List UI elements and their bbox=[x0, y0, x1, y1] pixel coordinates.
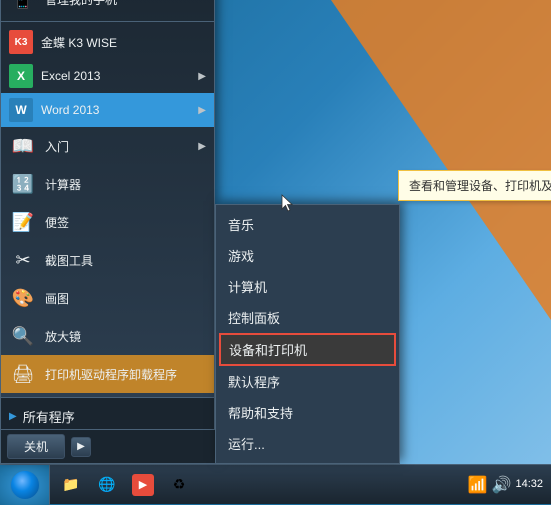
start-menu: 🖥 远程桌面连接 ▶ 📱 管理我的手机 K3 金蝶 K3 WISE X Exce… bbox=[0, 0, 215, 464]
snip-icon: ✂ bbox=[9, 246, 37, 274]
menu-item-printer[interactable]: 🖨 打印机驱动程序卸载程序 bbox=[1, 355, 214, 393]
shutdown-button[interactable]: 关机 bbox=[7, 434, 65, 459]
menu-item-magnifier[interactable]: 🔍 放大镜 bbox=[1, 317, 214, 355]
menu-item-label: 入门 bbox=[45, 138, 198, 155]
submenu-item-label: 游戏 bbox=[228, 246, 254, 265]
menu-item-k3wise[interactable]: K3 金蝶 K3 WISE bbox=[1, 25, 214, 59]
submenu-item-control[interactable]: 控制面板 bbox=[216, 302, 399, 333]
menu-item-word[interactable]: W Word 2013 ▶ bbox=[1, 93, 214, 127]
menu-item-label: Excel 2013 bbox=[41, 69, 198, 83]
menu-item-excel[interactable]: X Excel 2013 ▶ bbox=[1, 59, 214, 93]
start-button[interactable] bbox=[0, 465, 50, 505]
clock-time: 14:32 bbox=[515, 477, 543, 491]
taskbar-items: 📁 🌐 ▶ ♻ bbox=[50, 465, 460, 504]
submenu-item-label: 计算机 bbox=[228, 277, 267, 296]
menu-item-label: 管理我的手机 bbox=[45, 0, 206, 8]
word-icon: W bbox=[9, 98, 33, 122]
arrow-icon: ▶ bbox=[198, 105, 206, 116]
phone-icon: 📱 bbox=[9, 0, 37, 13]
submenu-item-music[interactable]: 音乐 bbox=[216, 209, 399, 240]
submenu-item-label: 设备和打印机 bbox=[229, 340, 307, 359]
submenu-item-games[interactable]: 游戏 bbox=[216, 240, 399, 271]
submenu-item-label: 默认程序 bbox=[228, 372, 280, 391]
all-programs-button[interactable]: ▶ 所有程序 bbox=[1, 402, 214, 431]
taskbar-item-folder[interactable]: 📁 bbox=[54, 469, 88, 501]
arrow-icon: ▶ bbox=[198, 71, 206, 82]
submenu-item-label: 控制面板 bbox=[228, 308, 280, 327]
menu-item-label: 便签 bbox=[45, 214, 206, 231]
triangle-icon: ▶ bbox=[9, 411, 17, 422]
start-menu-pinned: 🖥 远程桌面连接 ▶ 📱 管理我的手机 K3 金蝶 K3 WISE X Exce… bbox=[1, 0, 214, 397]
tooltip: 查看和管理设备、打印机及打印作业 bbox=[398, 170, 551, 201]
menu-divider bbox=[1, 21, 214, 22]
network-icon: 📶 bbox=[468, 475, 488, 495]
volume-icon: 🔊 bbox=[492, 475, 512, 495]
browser-icon: 🌐 bbox=[96, 474, 118, 496]
submenu-item-computer[interactable]: 计算机 bbox=[216, 271, 399, 302]
shutdown-arrow-button[interactable]: ▶ bbox=[71, 437, 91, 457]
menu-item-label: 金蝶 K3 WISE bbox=[41, 34, 206, 51]
submenu-item-label: 音乐 bbox=[228, 215, 254, 234]
submenu-item-devices[interactable]: 设备和打印机 bbox=[219, 333, 396, 366]
windows-orb bbox=[10, 470, 40, 500]
arrow-icon: ▶ bbox=[198, 141, 206, 152]
menu-item-label: 截图工具 bbox=[45, 252, 206, 269]
folder-icon: 📁 bbox=[60, 474, 82, 496]
taskbar-item-browser[interactable]: 🌐 bbox=[90, 469, 124, 501]
printer-icon: 🖨 bbox=[9, 360, 37, 388]
menu-item-label: 打印机驱动程序卸载程序 bbox=[45, 366, 206, 383]
menu-item-label: 放大镜 bbox=[45, 328, 206, 345]
submenu-item-label: 运行... bbox=[228, 434, 265, 453]
k3wise-icon: K3 bbox=[9, 30, 33, 54]
menu-item-paint[interactable]: 🎨 画图 bbox=[1, 279, 214, 317]
submenu-item-run[interactable]: 运行... bbox=[216, 428, 399, 459]
menu-item-intro[interactable]: 📖 入门 ▶ bbox=[1, 127, 214, 165]
excel-icon: X bbox=[9, 64, 33, 88]
all-programs-label: 所有程序 bbox=[23, 407, 75, 426]
media-icon: ▶ bbox=[132, 474, 154, 496]
taskbar: 📁 🌐 ▶ ♻ 📶 🔊 14:32 bbox=[0, 464, 551, 504]
submenu-item-label: 帮助和支持 bbox=[228, 403, 293, 422]
submenu-item-defaults[interactable]: 默认程序 bbox=[216, 366, 399, 397]
submenu: 音乐 游戏 计算机 控制面板 设备和打印机 默认程序 帮助和支持 运行... bbox=[215, 204, 400, 464]
menu-item-label: 画图 bbox=[45, 290, 206, 307]
menu-item-label: 计算器 bbox=[45, 176, 206, 193]
sticky-icon: 📝 bbox=[9, 208, 37, 236]
taskbar-tray: 📶 🔊 14:32 bbox=[460, 465, 551, 504]
menu-item-calc[interactable]: 🔢 计算器 bbox=[1, 165, 214, 203]
menu-item-phone[interactable]: 📱 管理我的手机 bbox=[1, 0, 214, 18]
intro-icon: 📖 bbox=[9, 132, 37, 160]
shutdown-area: 关机 ▶ bbox=[1, 429, 216, 463]
paint-icon: 🎨 bbox=[9, 284, 37, 312]
calc-icon: 🔢 bbox=[9, 170, 37, 198]
menu-item-sticky[interactable]: 📝 便签 bbox=[1, 203, 214, 241]
submenu-item-help[interactable]: 帮助和支持 bbox=[216, 397, 399, 428]
menu-item-snip[interactable]: ✂ 截图工具 bbox=[1, 241, 214, 279]
taskbar-item-media[interactable]: ▶ bbox=[126, 469, 160, 501]
taskbar-item-recycle[interactable]: ♻ bbox=[162, 469, 196, 501]
magnifier-icon: 🔍 bbox=[9, 322, 37, 350]
taskbar-clock: 14:32 bbox=[515, 477, 543, 491]
recycle-icon: ♻ bbox=[168, 474, 190, 496]
menu-item-label: Word 2013 bbox=[41, 103, 198, 117]
tooltip-text: 查看和管理设备、打印机及打印作业 bbox=[409, 179, 551, 193]
